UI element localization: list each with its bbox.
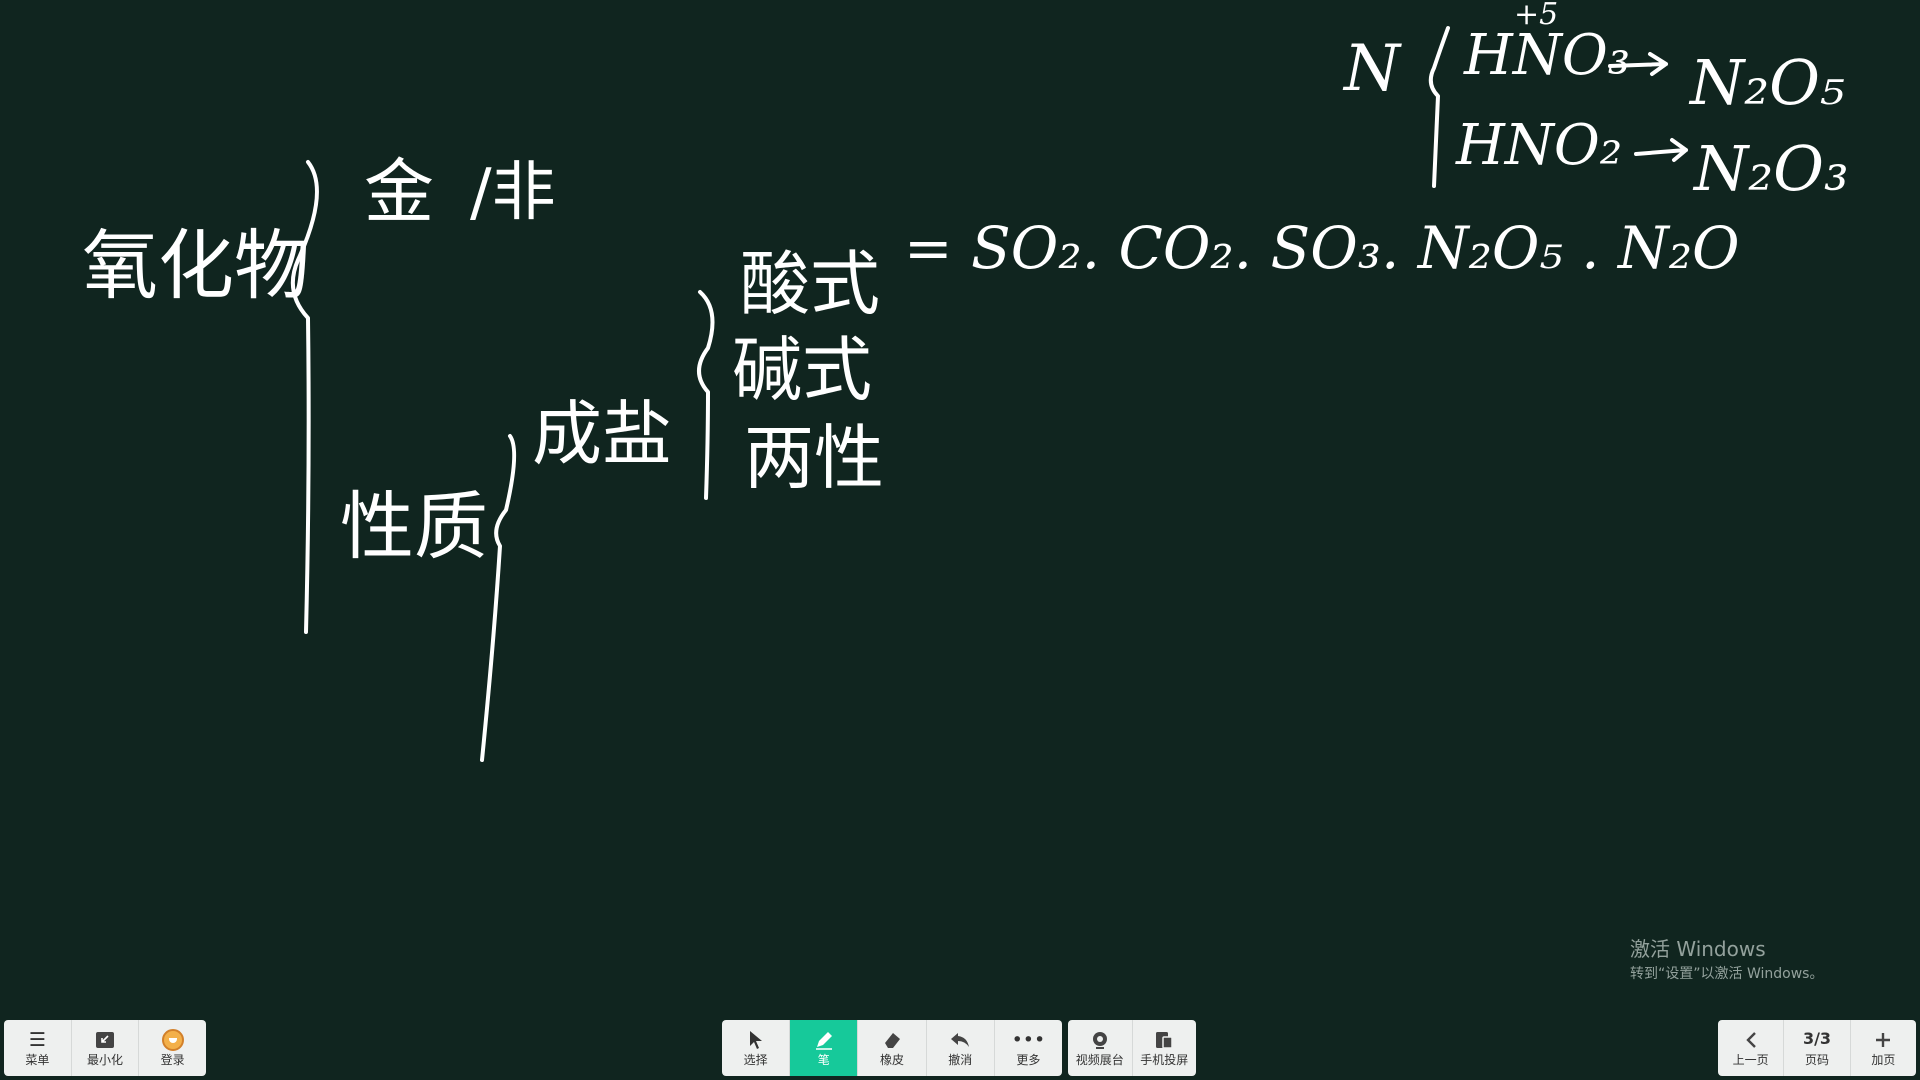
- phone-cast-label: 手机投屏: [1140, 1053, 1189, 1067]
- media-toolbar: 视频展台 手机投屏: [1068, 1020, 1196, 1076]
- salt-forming-label: 成盐: [532, 393, 672, 475]
- undo-button[interactable]: 撤消: [927, 1020, 995, 1076]
- page-indicator-button[interactable]: 3/3 页码: [1784, 1020, 1851, 1076]
- oxidation-mark: +5: [1514, 0, 1558, 32]
- nitric-acid: HNO₃: [1463, 23, 1630, 88]
- phone-cast-icon: [1154, 1029, 1174, 1051]
- camera-icon: [1090, 1029, 1110, 1051]
- undo-icon: [949, 1029, 971, 1051]
- nonmetal-label: /非: [470, 156, 556, 230]
- pen-tool-button[interactable]: 笔: [790, 1020, 859, 1076]
- nitrogen-label: N: [1342, 32, 1402, 106]
- salt-brace: [697, 290, 715, 500]
- property-label: 性质: [340, 484, 488, 570]
- page-indicator: 3/3: [1802, 1029, 1832, 1048]
- nitrogen-brace: [1428, 26, 1450, 188]
- acidic-label: 酸式: [740, 243, 880, 325]
- select-label: 选择: [743, 1053, 768, 1067]
- drawing-toolbar: 选择 笔 橡皮 撤消 ••• 更多: [722, 1020, 1062, 1076]
- plus-icon: [1874, 1029, 1892, 1051]
- minimize-icon: [95, 1029, 115, 1051]
- eraser-tool-button[interactable]: 橡皮: [858, 1020, 927, 1076]
- more-button[interactable]: ••• 更多: [995, 1020, 1062, 1076]
- add-page-label: 加页: [1871, 1053, 1896, 1067]
- video-booth-label: 视频展台: [1075, 1053, 1124, 1067]
- more-icon: •••: [1011, 1029, 1046, 1051]
- phone-cast-button[interactable]: 手机投屏: [1133, 1020, 1197, 1076]
- watermark-subtitle: 转到“设置”以激活 Windows。: [1630, 966, 1824, 982]
- prev-page-label: 上一页: [1732, 1053, 1769, 1067]
- minimize-label: 最小化: [87, 1053, 124, 1067]
- pen-icon: [814, 1029, 834, 1051]
- whiteboard-canvas[interactable]: 氧化物 金 /非 性质 成盐 酸式 碱式 两性 = SO₂. CO₂. SO₃.…: [0, 0, 1920, 1080]
- page-label: 页码: [1804, 1053, 1829, 1067]
- minimize-button[interactable]: 最小化: [72, 1020, 140, 1076]
- menu-icon: ☰: [28, 1029, 46, 1051]
- eraser-icon: [882, 1029, 902, 1051]
- login-label: 登录: [160, 1053, 185, 1067]
- left-toolbar: ☰ 菜单 最小化 登录: [4, 1020, 206, 1076]
- select-tool-button[interactable]: 选择: [722, 1020, 791, 1076]
- prev-page-button[interactable]: 上一页: [1718, 1020, 1785, 1076]
- acidic-examples: = SO₂. CO₂. SO₃. N₂O₅ . N₂O: [904, 214, 1740, 282]
- eraser-label: 橡皮: [880, 1053, 905, 1067]
- pen-label: 笔: [817, 1053, 830, 1067]
- basic-label: 碱式: [732, 329, 872, 411]
- n2o3-oxide: N₂O₃: [1692, 132, 1849, 205]
- activation-watermark: 激活 Windows 转到“设置”以激活 Windows。: [1630, 936, 1823, 984]
- page-toolbar: 上一页 3/3 页码 加页: [1718, 1020, 1916, 1076]
- undo-label: 撤消: [948, 1053, 973, 1067]
- login-button[interactable]: 登录: [139, 1020, 206, 1076]
- metal-label: 金: [364, 151, 434, 233]
- more-label: 更多: [1016, 1053, 1041, 1067]
- n2o5-oxide: N₂O₅: [1688, 46, 1845, 119]
- avatar-icon: [161, 1029, 184, 1051]
- menu-label: 菜单: [25, 1053, 50, 1067]
- watermark-title: 激活 Windows: [1630, 937, 1766, 961]
- add-page-button[interactable]: 加页: [1851, 1020, 1916, 1076]
- nitrous-acid: HNO₂: [1455, 113, 1622, 178]
- root-label: 氧化物: [82, 221, 310, 310]
- chevron-left-icon: [1744, 1029, 1758, 1051]
- cursor-icon: [748, 1029, 764, 1051]
- menu-button[interactable]: ☰ 菜单: [4, 1020, 72, 1076]
- amphoteric-label: 两性: [744, 417, 884, 499]
- arrow-2: [1634, 138, 1688, 162]
- video-booth-button[interactable]: 视频展台: [1068, 1020, 1133, 1076]
